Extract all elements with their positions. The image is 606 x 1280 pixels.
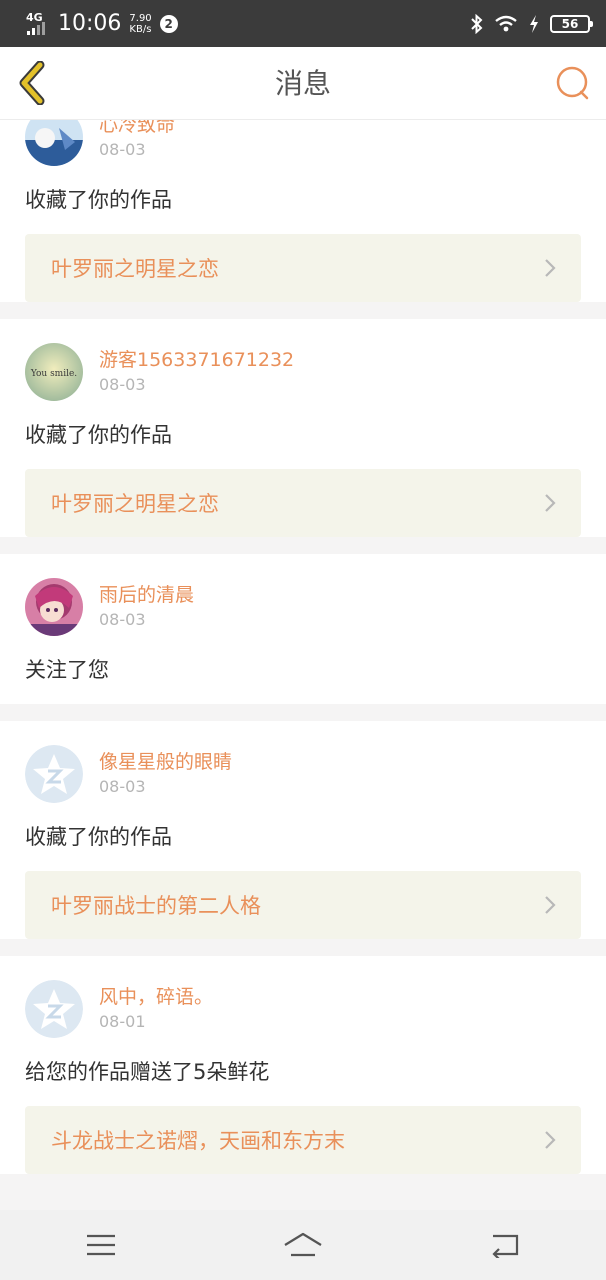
message-card: 心冷致命 08-03 收藏了你的作品 叶罗丽之明星之恋 <box>0 120 606 302</box>
work-title: 叶罗丽之明星之恋 <box>51 492 219 516</box>
avatar-text: You smile. <box>30 369 77 379</box>
search-button[interactable] <box>554 65 592 101</box>
avatar[interactable] <box>25 578 83 636</box>
work-title: 斗龙战士之诺熠，天画和东方末 <box>51 1129 345 1153</box>
chevron-right-icon <box>545 494 556 512</box>
speed-unit: KB/s <box>129 23 152 35</box>
work-link[interactable]: 叶罗丽之明星之恋 <box>25 469 581 537</box>
chevron-right-icon <box>545 896 556 914</box>
message-card: You smile. 游客1563371671232 08-03 收藏了你的作品… <box>0 319 606 537</box>
username[interactable]: 雨后的清晨 <box>99 583 194 607</box>
status-bar: 4G 10:06 7.90 KB/s 2 56 <box>0 0 606 47</box>
bluetooth-icon <box>471 13 483 34</box>
action-text: 收藏了你的作品 <box>25 188 172 212</box>
message-card: 像星星般的眼睛 08-03 收藏了你的作品 叶罗丽战士的第二人格 <box>0 721 606 939</box>
wifi-icon <box>495 15 517 31</box>
home-button[interactable] <box>281 1228 325 1262</box>
username[interactable]: 游客1563371671232 <box>99 348 294 372</box>
avatar[interactable] <box>25 120 83 166</box>
username[interactable]: 心冷致命 <box>99 120 175 137</box>
menu-icon <box>87 1234 115 1256</box>
battery-level: 56 <box>561 16 579 31</box>
message-date: 08-03 <box>99 375 146 394</box>
work-link[interactable]: 叶罗丽战士的第二人格 <box>25 871 581 939</box>
back-nav-button[interactable] <box>483 1228 527 1262</box>
message-date: 08-03 <box>99 140 146 159</box>
work-title: 叶罗丽之明星之恋 <box>51 257 219 281</box>
status-time: 10:06 <box>58 11 122 36</box>
message-list[interactable]: 心冷致命 08-03 收藏了你的作品 叶罗丽之明星之恋 You smile. 游… <box>0 120 606 1210</box>
work-title: 叶罗丽战士的第二人格 <box>51 894 261 918</box>
chevron-right-icon <box>545 259 556 277</box>
default-avatar-icon <box>25 980 83 1038</box>
action-text: 收藏了你的作品 <box>25 825 172 849</box>
avatar[interactable]: You smile. <box>25 343 83 401</box>
notification-badge: 2 <box>159 14 178 33</box>
speed-value: 7.90 <box>129 12 152 24</box>
action-text: 收藏了你的作品 <box>25 423 172 447</box>
chevron-right-icon <box>545 1131 556 1149</box>
header-bar: 消息 <box>0 47 606 120</box>
battery-icon: 56 <box>550 14 593 33</box>
network-speed: 7.90 KB/s <box>129 13 151 35</box>
search-icon <box>556 66 589 100</box>
message-card: 雨后的清晨 08-03 关注了您 <box>0 554 606 704</box>
charging-icon <box>530 14 538 33</box>
work-link[interactable]: 斗龙战士之诺熠，天画和东方末 <box>25 1106 581 1174</box>
avatar[interactable] <box>25 745 83 803</box>
back-icon <box>492 1234 519 1258</box>
action-text: 给您的作品赠送了5朵鲜花 <box>25 1060 270 1084</box>
work-link[interactable]: 叶罗丽之明星之恋 <box>25 234 581 302</box>
page-title: 消息 <box>274 67 331 100</box>
network-signal-icon: 4G <box>26 12 52 36</box>
avatar[interactable] <box>25 980 83 1038</box>
action-text: 关注了您 <box>25 658 109 682</box>
system-nav-bar <box>0 1210 606 1280</box>
message-date: 08-01 <box>99 1012 146 1031</box>
home-icon <box>284 1232 322 1257</box>
menu-button[interactable] <box>79 1228 123 1262</box>
message-card: 风中，碎语。 08-01 给您的作品赠送了5朵鲜花 斗龙战士之诺熠，天画和东方末 <box>0 956 606 1174</box>
username[interactable]: 像星星般的眼睛 <box>99 750 232 774</box>
username[interactable]: 风中，碎语。 <box>99 985 213 1009</box>
message-date: 08-03 <box>99 777 146 796</box>
default-avatar-icon <box>25 745 83 803</box>
message-date: 08-03 <box>99 610 146 629</box>
